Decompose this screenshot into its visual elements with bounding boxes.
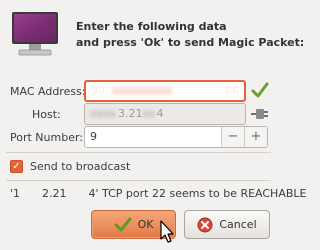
ok-button-label: OK [137, 218, 154, 231]
network-plug-icon [250, 104, 270, 124]
mac-address-redacted: xxxxxxxx [112, 84, 173, 97]
send-to-broadcast-label[interactable]: Send to broadcast [30, 160, 130, 173]
separator [6, 180, 271, 181]
header-line-1: Enter the following data [76, 20, 227, 33]
cancel-button[interactable]: Cancel [184, 210, 270, 239]
mouse-pointer-icon [160, 220, 176, 244]
cancel-button-label: Cancel [219, 218, 257, 231]
mac-address-label: MAC Address: [10, 85, 86, 98]
mac-address-prefix: 00: [91, 84, 109, 97]
separator [6, 152, 271, 153]
valid-check-icon [251, 81, 269, 99]
host-input: xxxx 3.21 xx 4 [84, 103, 246, 125]
send-to-broadcast-checkbox[interactable]: ✓ [10, 160, 23, 173]
port-number-spinner[interactable]: 9 − + [84, 126, 268, 148]
computer-monitor-icon [11, 11, 59, 57]
mac-address-input[interactable]: 00: xxxxxxxx 66 [84, 80, 246, 102]
ok-check-icon [114, 217, 132, 231]
cancel-icon [197, 217, 213, 232]
header-line-2: and press 'Ok' to send Magic Packet: [76, 36, 305, 49]
port-number-value[interactable]: 9 [85, 127, 221, 147]
increment-button[interactable]: + [244, 127, 267, 147]
status-message: '1 2.21 4' TCP port 22 seems to be REACH… [10, 187, 307, 200]
port-number-label: Port Number: [10, 131, 84, 144]
decrement-button[interactable]: − [221, 127, 244, 147]
host-label: Host: [32, 108, 61, 121]
header-message: Enter the following data and press 'Ok' … [76, 19, 305, 51]
host-value-tail: 4 [156, 107, 164, 120]
host-value: 3.21 [118, 107, 143, 120]
mac-address-suffix: 66 [225, 84, 239, 97]
